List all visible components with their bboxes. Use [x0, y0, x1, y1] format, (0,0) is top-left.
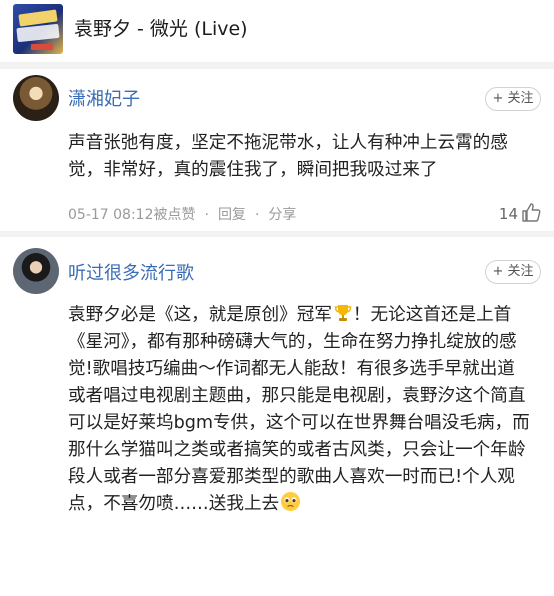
reply-button[interactable]: 回复: [218, 204, 246, 224]
comment-username[interactable]: 听过很多流行歌: [68, 259, 194, 285]
song-title[interactable]: 袁野夕 - 微光 (Live): [74, 14, 248, 41]
comment-text-part: 袁野夕必是《这，就是原创》冠军: [68, 305, 332, 325]
share-button[interactable]: 分享: [268, 204, 296, 224]
comment-item: 听过很多流行歌 + 关注 袁野夕必是《这，就是原创》冠军 ！无论这首还是上首《星河…: [0, 237, 554, 596]
song-header[interactable]: 袁野夕 - 微光 (Live): [0, 0, 554, 64]
like-button[interactable]: 14: [499, 203, 541, 223]
meta-separator: ·: [254, 207, 260, 223]
avatar[interactable]: [13, 248, 59, 294]
thumbs-up-icon: [522, 203, 541, 222]
comment-timestamp: 05-17 08:12: [68, 207, 154, 223]
comment-text: 声音张弛有度，坚定不拖泥带水，让人有种冲上云霄的感觉，非常好，真的震住我了，瞬间…: [68, 133, 508, 180]
avatar[interactable]: [13, 75, 59, 121]
liked-label: 被点赞: [153, 207, 196, 223]
comment-item: 潇湘妃子 + 关注 声音张弛有度，坚定不拖泥带水，让人有种冲上云霄的感觉，非常好…: [0, 69, 554, 231]
pleading-face-icon: [281, 492, 301, 511]
comment-username[interactable]: 潇湘妃子: [68, 85, 140, 111]
section-divider: [0, 62, 554, 69]
comment-meta: 05-17 08:12被点赞 · 回复 · 分享: [68, 204, 296, 224]
album-cover[interactable]: [13, 4, 63, 54]
like-count: 14: [498, 205, 518, 223]
meta-separator: ·: [204, 207, 209, 223]
follow-button[interactable]: + 关注: [485, 87, 541, 111]
comment-text: 袁野夕必是《这，就是原创》冠军 ！无论这首还是上首《星河》，都有那种磅礴大气的，生…: [68, 302, 532, 518]
follow-button[interactable]: + 关注: [485, 260, 541, 284]
trophy-icon: [334, 305, 352, 321]
comment-text-part: ！无论这首还是上首《星河》，都有那种磅礴大气的，生命在努力挣扎绽放的感觉!歌唱技…: [68, 305, 530, 514]
